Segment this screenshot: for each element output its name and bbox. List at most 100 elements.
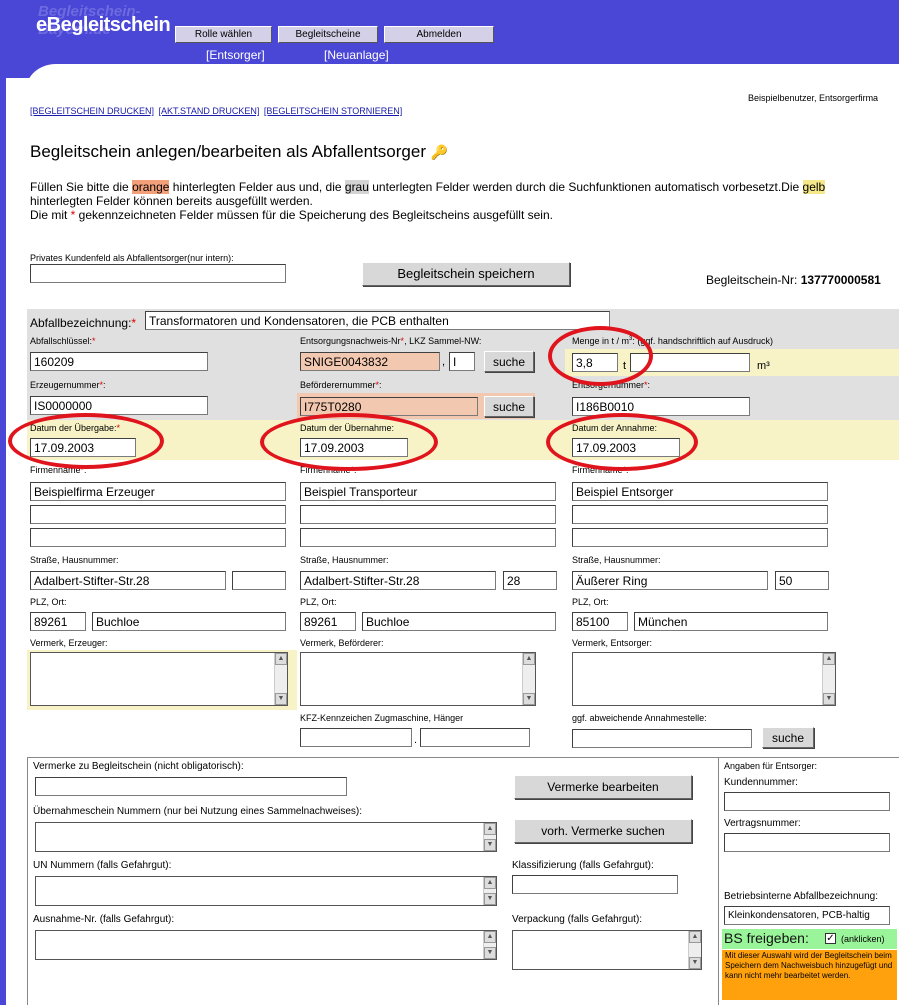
bs-vermerke-input[interactable]	[35, 777, 347, 796]
ort-erzeuger-input[interactable]	[92, 612, 286, 631]
lkz-input[interactable]	[449, 352, 475, 371]
street-entsorger-input[interactable]	[572, 571, 768, 590]
street-befoerderer-input[interactable]	[300, 571, 496, 590]
kundennummer-label: Kundennummer:	[724, 777, 798, 788]
street-erzeuger-input[interactable]	[30, 571, 226, 590]
save-button[interactable]: Begleitschein speichern	[362, 262, 570, 286]
plz-befoerderer-input[interactable]	[300, 612, 356, 631]
abfall-input[interactable]	[145, 311, 610, 330]
firm-befoerderer-input-3[interactable]	[300, 528, 556, 547]
ort-befoerderer-input[interactable]	[362, 612, 556, 631]
ausnahme-textarea[interactable]: ▲ ▼	[35, 930, 497, 960]
ort-entsorger-input[interactable]	[634, 612, 828, 631]
schluessel-label: Abfallschlüssel:*	[30, 336, 96, 346]
plz-label-3: PLZ, Ort:	[572, 597, 609, 607]
bs-nr: Begleitschein-Nr: 137770000581	[706, 273, 881, 287]
befoerderer-search-button[interactable]: suche	[484, 396, 534, 417]
scrollbar[interactable]: ▲ ▼	[483, 823, 496, 851]
sub-nav-entsorger[interactable]: [Entsorger]	[206, 48, 265, 62]
abfall-label: Abfallbezeichnung:*	[30, 316, 137, 330]
nachweis-input[interactable]	[300, 352, 440, 371]
kfz-haenger-input[interactable]	[420, 728, 530, 747]
freigeben-hint: (anklicken)	[841, 934, 885, 944]
erzeuger-nr-label: Erzeugernummer*:	[30, 380, 106, 390]
plz-entsorger-input[interactable]	[572, 612, 628, 631]
hausnr-entsorger-input[interactable]	[775, 571, 829, 590]
firm-befoerderer-input-2[interactable]	[300, 505, 556, 524]
firm-erzeuger-input[interactable]	[30, 482, 286, 501]
verpackung-textarea[interactable]: ▲ ▼	[512, 930, 702, 970]
logo[interactable]: eBegleitschein	[36, 14, 171, 37]
entsorger-nr-input[interactable]	[572, 397, 750, 416]
klass-label: Klassifizierung (falls Gefahrgut):	[512, 860, 654, 871]
vermerk-entsorger-textarea[interactable]: ▲ ▼	[572, 652, 836, 706]
nav-begleitscheine[interactable]: Begleitscheine	[278, 26, 378, 43]
annahmestelle-input[interactable]	[572, 729, 752, 748]
left-margin-bar	[0, 0, 6, 1005]
firm-befoerderer-input[interactable]	[300, 482, 556, 501]
kundenfeld-input[interactable]	[30, 264, 286, 283]
plz-label-2: PLZ, Ort:	[300, 597, 337, 607]
schluessel-input[interactable]	[30, 352, 208, 371]
plz-erzeuger-input[interactable]	[30, 612, 86, 631]
kfz-zug-input[interactable]	[300, 728, 412, 747]
vorh-vermerke-button[interactable]: vorh. Vermerke suchen	[514, 819, 692, 843]
scrollbar[interactable]: ▲ ▼	[688, 931, 701, 969]
uebernahmeschein-textarea[interactable]: ▲ ▼	[35, 822, 497, 852]
scrollbar[interactable]: ▲ ▼	[274, 653, 287, 705]
page-title: Begleitschein anlegen/bearbeiten als Abf…	[30, 142, 449, 161]
user-info: Beispielbenutzer, Entsorgerfirma	[748, 93, 879, 103]
scrollbar[interactable]: ▲ ▼	[522, 653, 535, 705]
vermerk-erzeuger-textarea[interactable]: ▲ ▼	[30, 652, 288, 706]
vermerk-befoerderer-textarea[interactable]: ▲ ▼	[300, 652, 536, 706]
firm-erzeuger-input-2[interactable]	[30, 505, 286, 524]
kfz-label: KFZ-Kennzeichen Zugmaschine, Hänger	[300, 713, 464, 723]
vermerke-bearbeiten-button[interactable]: Vermerke bearbeiten	[514, 775, 692, 799]
link-stornieren[interactable]: [BEGLEITSCHEIN STORNIEREN]	[264, 106, 402, 116]
link-akt-stand[interactable]: [AKT.STAND DRUCKEN]	[159, 106, 260, 116]
scrollbar[interactable]: ▲ ▼	[822, 653, 835, 705]
vermerk-bef-label: Vermerk, Beförderer:	[300, 638, 384, 648]
help-key-icon[interactable]: 🔑	[431, 144, 448, 160]
vertragsnummer-input[interactable]	[724, 833, 890, 852]
firm-erzeuger-input-3[interactable]	[30, 528, 286, 547]
verpackung-label: Verpackung (falls Gefahrgut):	[512, 914, 643, 925]
freigeben-note: Mit dieser Auswahl wird der Begleitschei…	[722, 950, 897, 1000]
freigeben-label: BS freigeben:	[724, 930, 809, 946]
hausnr-befoerderer-input[interactable]	[503, 571, 557, 590]
befoerderer-nr-label: Beförderernummer*:	[300, 380, 382, 390]
highlight-circle-annahme	[546, 413, 698, 471]
highlight-circle-uebernahme	[260, 413, 438, 471]
action-links: [BEGLEITSCHEIN DRUCKEN] [AKT.STAND DRUCK…	[30, 106, 402, 116]
nav-abmelden[interactable]: Abmelden	[384, 26, 494, 43]
firm-entsorger-input-3[interactable]	[572, 528, 828, 547]
freigeben-row: BS freigeben: ✓ (anklicken)	[722, 929, 897, 949]
klass-input[interactable]	[512, 875, 678, 894]
kundenfeld-label: Privates Kundenfeld als Abfallentsorger(…	[30, 253, 234, 263]
kundennummer-input[interactable]	[724, 792, 890, 811]
un-label: UN Nummern (falls Gefahrgut):	[33, 860, 172, 871]
scrollbar[interactable]: ▲ ▼	[483, 877, 496, 905]
intern-input[interactable]	[724, 906, 890, 925]
intro-text: Füllen Sie bitte die orange hinterlegten…	[30, 180, 826, 222]
link-drucken[interactable]: [BEGLEITSCHEIN DRUCKEN]	[30, 106, 154, 116]
unit-m3: m³	[757, 360, 770, 372]
firm-entsorger-input[interactable]	[572, 482, 828, 501]
street-label-3: Straße, Hausnummer:	[572, 555, 661, 565]
annahmestelle-label: ggf. abweichende Annahmestelle:	[572, 713, 707, 723]
street-label-2: Straße, Hausnummer:	[300, 555, 389, 565]
uebernahmeschein-label: Übernahmeschein Nummern (nur bei Nutzung…	[33, 806, 363, 817]
vermerk-ent-label: Vermerk, Entsorger:	[572, 638, 653, 648]
annahmestelle-search-button[interactable]: suche	[762, 727, 814, 748]
freigeben-checkbox[interactable]: ✓	[825, 933, 836, 944]
erzeuger-nr-input[interactable]	[30, 396, 208, 415]
nachweis-search-button[interactable]: suche	[484, 351, 534, 372]
highlight-circle-uebergabe	[8, 413, 164, 469]
un-textarea[interactable]: ▲ ▼	[35, 876, 497, 906]
scrollbar[interactable]: ▲ ▼	[483, 931, 496, 959]
hausnr-erzeuger-input[interactable]	[232, 571, 286, 590]
firm-entsorger-input-2[interactable]	[572, 505, 828, 524]
side-title: Angaben für Entsorger:	[724, 761, 818, 771]
nav-rolle-waehlen[interactable]: Rolle wählen	[175, 26, 272, 43]
sub-nav-neuanlage[interactable]: [Neuanlage]	[324, 48, 389, 62]
